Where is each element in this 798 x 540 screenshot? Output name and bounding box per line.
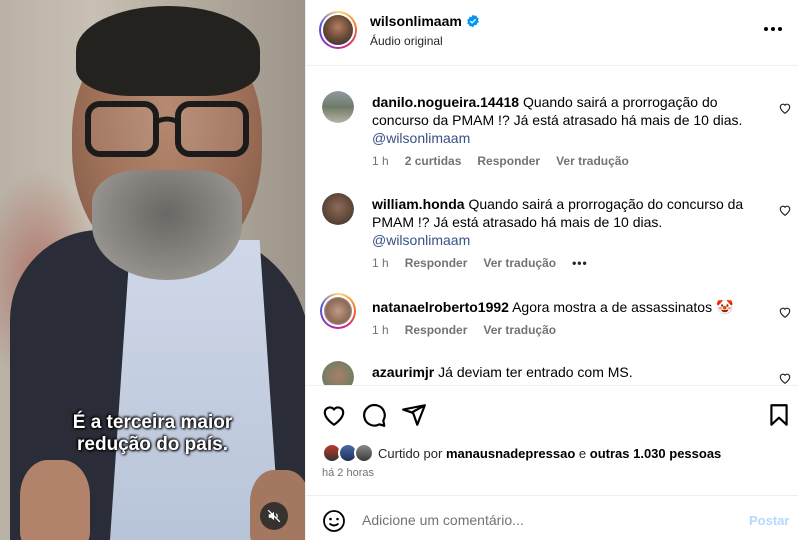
comment-avatar[interactable]: [322, 91, 354, 123]
liked-by-mid: e: [578, 445, 587, 461]
video-figure-beard: [92, 170, 242, 280]
comment-text-block: natanaelroberto1992 Agora mostra a de as…: [372, 298, 767, 316]
author-username[interactable]: wilsonlimaam: [370, 13, 462, 29]
liked-by-others[interactable]: outras 1.030 pessoas: [590, 446, 722, 461]
more-horizontal-icon: [764, 27, 768, 31]
comment-text: Agora mostra a de assassinatos 🤡: [512, 299, 734, 315]
verified-badge-icon: [467, 14, 479, 28]
comment-avatar[interactable]: [322, 361, 354, 385]
translate-button[interactable]: Ver tradução: [483, 323, 556, 337]
mute-toggle-button[interactable]: [260, 502, 288, 530]
send-icon[interactable]: [401, 402, 427, 428]
liked-by-avatars[interactable]: [322, 443, 374, 463]
video-figure-glasses: [85, 101, 249, 157]
comment-input[interactable]: [362, 506, 732, 534]
comment-username[interactable]: natanaelroberto1992: [372, 299, 509, 315]
translate-button[interactable]: Ver tradução: [556, 154, 629, 168]
comment-username[interactable]: william.honda: [372, 196, 465, 212]
add-comment-bar: Postar: [306, 495, 798, 540]
reply-button[interactable]: Responder: [405, 323, 468, 337]
comment-mention[interactable]: @wilsonlimaam: [372, 129, 767, 147]
comment-avatar[interactable]: [320, 293, 356, 329]
video-figure-hand-left: [20, 460, 90, 540]
comments-list[interactable]: danilo.nogueira.14418 Quando sairá a pro…: [306, 67, 798, 385]
comment-text: Já deviam ter entrado com MS.: [438, 364, 633, 380]
video-figure-hair: [76, 6, 260, 96]
heart-icon[interactable]: [321, 402, 347, 428]
heart-icon[interactable]: [778, 305, 792, 319]
comment-time[interactable]: 1 h: [372, 256, 389, 270]
comment-text-block: danilo.nogueira.14418 Quando sairá a pro…: [372, 93, 767, 147]
comment-meta: 1 h Responder Ver tradução: [372, 323, 556, 337]
video-caption: É a terceira maior redução do país.: [0, 412, 305, 456]
bookmark-icon[interactable]: [766, 402, 792, 428]
reply-button[interactable]: Responder: [477, 154, 540, 168]
translate-button[interactable]: Ver tradução: [483, 256, 556, 270]
comment-text-block: azaurimjr Já deviam ter entrado com MS.: [372, 363, 767, 381]
comment-likes[interactable]: 2 curtidas: [405, 154, 462, 168]
heart-icon[interactable]: [778, 371, 792, 385]
post-timestamp[interactable]: há 2 horas: [322, 467, 374, 479]
comment-username[interactable]: azaurimjr: [372, 364, 434, 380]
comment-username[interactable]: danilo.nogueira.14418: [372, 94, 519, 110]
reply-button[interactable]: Responder: [405, 256, 468, 270]
comment-meta: 1 h Responder Ver tradução •••: [372, 256, 588, 270]
comment-meta: 1 h 2 curtidas Responder Ver tradução: [372, 154, 629, 168]
author-name-row: wilsonlimaam: [370, 13, 480, 29]
speaker-muted-icon: [267, 509, 281, 523]
comment-mention[interactable]: @wilsonlimaam: [372, 231, 767, 249]
liked-by-prefix: Curtido por: [378, 445, 443, 461]
liked-by-row: Curtido por manausnadepressao e outras 1…: [322, 443, 721, 463]
reel-video[interactable]: É a terceira maior redução do país.: [0, 0, 305, 540]
video-caption-line-1: É a terceira maior: [72, 412, 233, 433]
comment-text-block: william.honda Quando sairá a prorrogação…: [372, 195, 767, 249]
liked-by-user[interactable]: manausnadepressao: [446, 446, 575, 461]
post-button[interactable]: Postar: [749, 513, 789, 528]
dot: [771, 27, 775, 31]
comment-more-button[interactable]: •••: [572, 256, 588, 270]
comment-time[interactable]: 1 h: [372, 154, 389, 168]
video-caption-line-2: redução do país.: [77, 434, 228, 455]
more-options-button[interactable]: [764, 22, 786, 36]
post-header: wilsonlimaam Áudio original: [306, 0, 798, 66]
heart-icon[interactable]: [778, 203, 792, 217]
author-avatar[interactable]: [319, 11, 357, 49]
comment-time[interactable]: 1 h: [372, 323, 389, 337]
dot: [778, 27, 782, 31]
audio-label[interactable]: Áudio original: [370, 34, 443, 48]
post-actions: Curtido por manausnadepressao e outras 1…: [306, 385, 798, 485]
post-side-panel: wilsonlimaam Áudio original danilo.nogue…: [305, 0, 798, 540]
comment-avatar[interactable]: [322, 193, 354, 225]
avatar: [354, 443, 374, 463]
comment-icon[interactable]: [361, 402, 387, 428]
heart-icon[interactable]: [778, 101, 792, 115]
emoji-icon[interactable]: [322, 509, 346, 533]
